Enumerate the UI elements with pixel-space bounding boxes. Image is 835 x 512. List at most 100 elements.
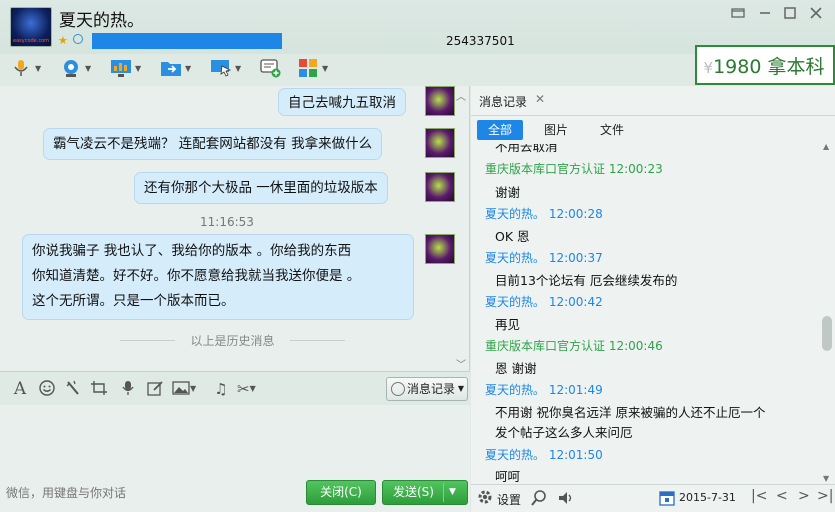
ad-text: 1980 拿本科 [713,56,825,78]
clock-icon [391,382,405,396]
message-input[interactable]: 微信，用键盘与你对话 关闭(C) 发送(S) ▼ [0,405,470,512]
ad-banner[interactable]: ¥1980 拿本科 [695,45,835,85]
close-button[interactable]: 关闭(C) [306,480,376,505]
font-icon[interactable]: A [10,380,30,398]
chevron-down-icon[interactable]: ﹀ [456,356,466,371]
chevron-down-icon[interactable]: ▼ [85,64,91,73]
file-transfer-icon [161,62,181,76]
history-message-text: 目前13个论坛有 厄会继续发布的 [495,273,678,288]
remote-assist-icon [211,60,232,77]
emoji-icon[interactable] [37,380,57,398]
chevron-down-icon[interactable]: ▼ [322,64,328,73]
qq-number: 254337501 [446,34,515,48]
video-call-button[interactable]: ▼ [60,54,91,82]
prev-page-icon[interactable]: < [776,488,788,504]
chevron-down-icon[interactable]: ▼ [185,64,191,73]
chat-message-area[interactable]: ︿ 自己去喊九五取消 霸气凌云不是残端？ 连配套网站都没有 我拿来做什么 还有你… [0,86,470,371]
gear-icon[interactable] [476,488,494,510]
calendar-icon[interactable] [659,490,675,510]
maximize-icon[interactable] [780,6,800,26]
screenshot-icon[interactable] [89,380,109,398]
message-bubble[interactable]: 还有你那个大极品 一休里面的垃圾版本 [134,172,388,204]
history-sender: 夏天的热。 12:01:49 [485,383,603,397]
chevron-down-icon[interactable]: ▼ [823,474,829,483]
history-message-text: 谢谢 [495,185,521,200]
filter-image-tab[interactable]: 图片 [533,120,579,140]
history-message-text: 呵呵 [495,469,521,484]
status-icon[interactable] [73,34,83,44]
chevron-up-icon[interactable]: ▲ [823,142,829,151]
chevron-down-icon[interactable]: ▼ [449,481,456,504]
music-icon[interactable]: ♫ [211,380,231,398]
send-button[interactable]: 发送(S) ▼ [382,480,468,505]
message-history-panel: 消息记录 ✕ 全部 图片 文件 不用去取消 重庆版本库口官方认证 12:00:2… [471,86,835,512]
contact-nickname[interactable]: 夏天的热。 [59,6,144,31]
microphone-icon [14,60,28,76]
avatar[interactable] [425,172,455,202]
minimize-icon[interactable] [755,6,775,26]
chevron-down-icon[interactable]: ▼ [458,378,464,400]
scrollbar-thumb[interactable] [822,316,832,351]
input-placeholder: 微信，用键盘与你对话 [6,486,127,500]
history-message-text: 发个帖子这么多人来问厄 [495,425,633,440]
chevron-down-icon[interactable]: ▼ [190,384,196,393]
history-date[interactable]: 2015-7-31 [679,491,736,504]
history-scrollbar[interactable]: ▲ ▼ [822,142,832,483]
history-message-text: 恩 谢谢 [495,361,537,376]
message-record-label: 消息记录 [407,382,456,396]
message-text: 自己去喊九五取消 [288,95,396,111]
apps-button[interactable]: ▼ [297,54,328,82]
shake-icon[interactable] [63,380,83,398]
file-transfer-button[interactable]: ▼ [160,54,191,82]
tab-message-history[interactable]: 消息记录 [479,93,527,110]
message-text: 这个无所谓。只是一个版本而已。 [32,293,235,309]
contact-avatar[interactable]: easycode.com [10,7,52,47]
history-sender: 夏天的热。 12:00:37 [485,251,603,265]
history-list[interactable]: 不用去取消 重庆版本库口官方认证 12:00:23 谢谢 夏天的热。 12:00… [471,144,821,484]
history-sender: 夏天的热。 12:01:50 [485,448,603,462]
close-icon[interactable]: ✕ [535,92,545,106]
settings-label[interactable]: 设置 [497,491,521,508]
message-bubble[interactable]: 霸气凌云不是残端？ 连配套网站都没有 我拿来做什么 [43,128,383,160]
close-icon[interactable] [806,6,826,26]
chevron-down-icon[interactable]: ▼ [35,64,41,73]
next-page-icon[interactable]: > [798,488,810,504]
history-message-text: OK 恩 [495,229,530,244]
screen-share-icon [111,60,131,77]
message-bubble[interactable]: 自己去喊九五取消 [278,88,406,116]
last-page-icon[interactable]: >| [817,488,833,504]
avatar[interactable] [425,234,455,264]
speaker-icon[interactable] [557,489,575,511]
filter-file-tab[interactable]: 文件 [589,120,635,140]
history-footer: 设置 2015-7-31 |< < > >| [471,484,835,512]
message-record-button[interactable]: 消息记录 ▼ [386,377,468,401]
voice-call-button[interactable]: ▼ [10,54,41,82]
remote-assist-button[interactable]: ▼ [210,54,241,82]
avatar[interactable] [425,128,455,158]
chevron-down-icon[interactable]: ▼ [135,64,141,73]
avatar-logo-text: easycode.com [13,38,50,44]
star-icon[interactable]: ★ [58,34,68,47]
skin-icon[interactable] [728,6,748,26]
history-sender: 重庆版本库口官方认证 12:00:23 [485,162,663,176]
history-message-text: 再见 [495,317,521,332]
image-button[interactable]: ▼ [172,380,206,398]
chat-toolbar: ▼ ▼ ▼ ▼ ▼ ▼ [0,54,690,86]
chevron-down-icon[interactable]: ▼ [235,64,241,73]
voice-message-icon[interactable] [118,380,138,398]
first-page-icon[interactable]: |< [751,488,767,504]
chevron-down-icon[interactable]: ▼ [250,384,256,393]
scissors-button[interactable]: ✂▼ [237,380,269,398]
search-icon[interactable] [530,489,548,511]
filter-all-tab[interactable]: 全部 [477,120,523,140]
chevron-up-icon[interactable]: ︿ [456,88,466,103]
edit-icon[interactable] [145,380,165,398]
history-sender: 重庆版本库口官方认证 12:00:46 [485,339,663,353]
message-add-button[interactable] [260,54,282,82]
screen-share-button[interactable]: ▼ [110,54,141,82]
history-message-text: 不用谢 祝你臭名远洋 原来被骗的人还不止厄一个 [495,405,766,420]
avatar[interactable] [425,86,455,116]
history-sender: 夏天的热。 12:00:28 [485,207,603,221]
message-text: 你知道清楚。好不好。你不愿意给我就当我送你便是 。 [32,268,361,284]
message-bubble[interactable]: 你说我骗子 我也认了、我给你的版本 。你给我的东西 你知道清楚。好不好。你不愿意… [22,234,414,320]
